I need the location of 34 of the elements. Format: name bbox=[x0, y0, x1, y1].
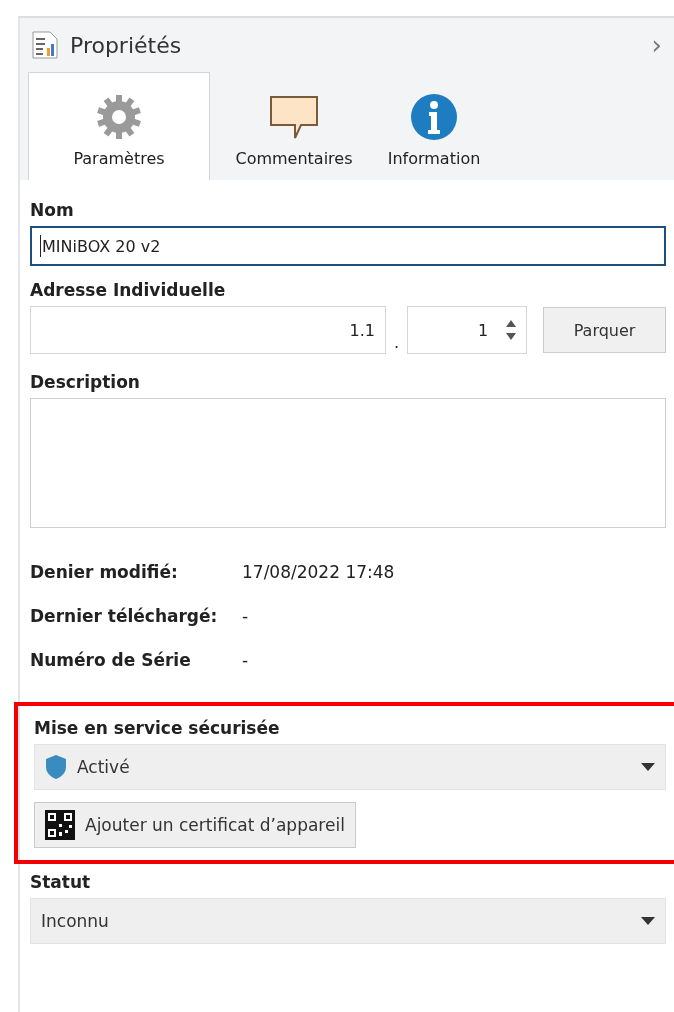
dropdown-arrow-icon bbox=[641, 917, 655, 925]
info-icon bbox=[410, 93, 458, 141]
info-value: 17/08/2022 17:48 bbox=[242, 562, 396, 582]
gear-icon bbox=[95, 93, 143, 141]
field-label: Description bbox=[30, 372, 141, 392]
dropdown-arrow-icon bbox=[641, 763, 655, 771]
secure-dropdown[interactable]: Activé bbox=[34, 744, 666, 790]
info-label: Numéro de Série bbox=[30, 650, 192, 670]
name-field[interactable]: MINiBOX 20 v2 bbox=[30, 226, 666, 266]
spinner-arrows-icon bbox=[506, 319, 517, 341]
collapse-button[interactable]: › bbox=[651, 30, 662, 60]
tab[interactable]: Paramètres bbox=[28, 72, 210, 180]
info-label: Dernier téléchargé: bbox=[30, 606, 219, 626]
address-separator: . bbox=[394, 333, 400, 354]
park-button[interactable]: Parquer bbox=[543, 307, 666, 353]
field-label: Mise en service sécurisée bbox=[34, 718, 281, 738]
field-label: Adresse Individuelle bbox=[30, 280, 227, 300]
field-label: Statut bbox=[30, 872, 92, 892]
panel-title: Propriétés bbox=[70, 32, 183, 58]
speech-bubble-icon bbox=[269, 95, 319, 141]
tab[interactable]: Information bbox=[364, 72, 504, 180]
field-label: Nom bbox=[30, 200, 75, 220]
status-dropdown[interactable]: Inconnu bbox=[30, 898, 666, 944]
description-field[interactable] bbox=[30, 398, 666, 528]
shield-icon bbox=[45, 754, 67, 780]
add-certificate-button[interactable]: Ajouter un certificat d’appareil bbox=[34, 802, 356, 848]
info-value: - bbox=[242, 606, 250, 626]
address-field[interactable]: 1.1 bbox=[30, 306, 386, 354]
info-label: Denier modifié: bbox=[30, 562, 179, 582]
qr-code-icon bbox=[45, 810, 75, 840]
device-number-field[interactable]: 1 bbox=[407, 306, 528, 354]
document-icon bbox=[32, 31, 58, 59]
tab[interactable]: Commentaires bbox=[224, 72, 364, 180]
info-value: - bbox=[242, 650, 250, 670]
